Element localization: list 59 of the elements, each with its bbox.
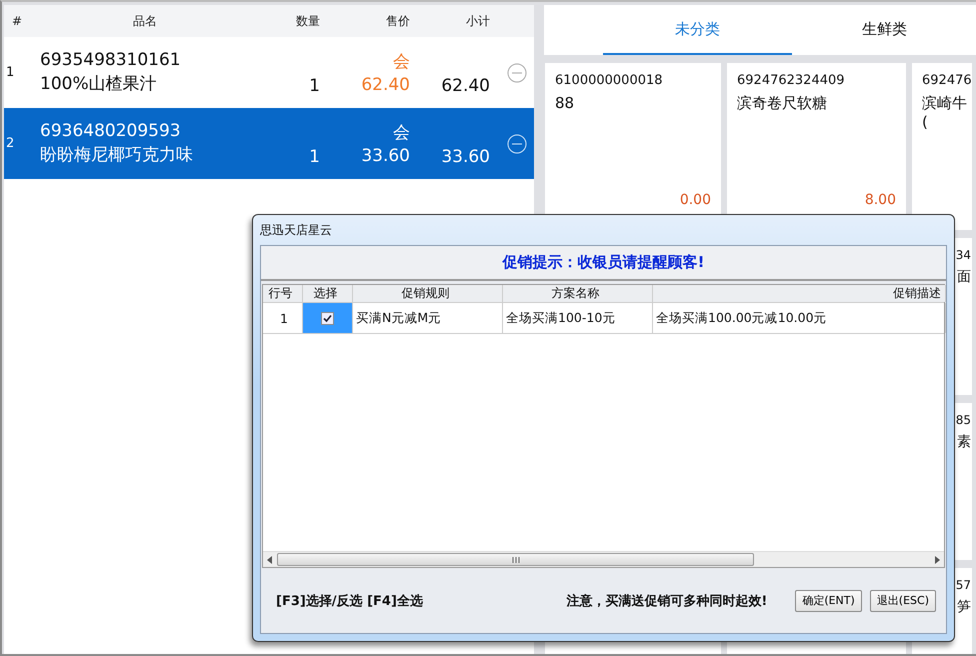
- price: 62.40: [361, 75, 410, 95]
- column-header: 小计: [465, 12, 491, 30]
- column-header: 促销描述: [653, 285, 946, 302]
- shortcut-hint: [F3]选择/反选 [F4]全选: [276, 592, 423, 610]
- product-name: 100%山楂果汁: [40, 73, 158, 95]
- window-title: 思迅天店星云: [260, 222, 333, 239]
- product-name: 笋: [957, 598, 971, 616]
- column-header: 数量: [295, 12, 320, 30]
- product-name: 面: [957, 268, 971, 286]
- product-card[interactable]: 692476 滨崎牛 (: [912, 63, 972, 230]
- product-name: 滨奇卷尺软糖: [737, 94, 827, 113]
- barcode: 6936480209593: [40, 121, 182, 141]
- product-name: 盼盼梅尼椰巧克力味: [40, 144, 194, 166]
- quantity: 1: [308, 147, 320, 169]
- product-code: 692476: [922, 73, 972, 88]
- row-number: 1: [5, 65, 16, 80]
- notice-text: 注意，买满送促销可多种同时起效!: [566, 592, 768, 610]
- select-cell[interactable]: [303, 303, 353, 333]
- category-tab[interactable]: 未分类: [603, 5, 792, 55]
- category-tab[interactable]: 生鲜类: [792, 5, 976, 55]
- column-header: 选择: [303, 285, 353, 302]
- quantity: 1: [308, 76, 320, 98]
- column-header: #: [11, 14, 24, 28]
- product-name: 88: [555, 94, 574, 112]
- remove-icon[interactable]: [507, 62, 527, 82]
- column-header: 行号: [263, 285, 303, 302]
- column-header: 促销规则: [353, 285, 503, 302]
- product-code: 6924762324409: [737, 73, 845, 88]
- scrollbar-thumb[interactable]: [277, 553, 754, 566]
- member-tag: 会: [393, 121, 410, 144]
- confirm-button[interactable]: 确定(ENT): [795, 590, 862, 612]
- barcode: 6935498310161: [40, 50, 182, 70]
- checkbox[interactable]: [321, 312, 334, 324]
- product-code: 85: [956, 413, 971, 427]
- product-code: 57: [956, 578, 971, 592]
- column-header: 方案名称: [503, 285, 653, 302]
- product-name: (: [922, 113, 928, 131]
- row-number: 2: [5, 136, 16, 151]
- product-code: 34: [956, 248, 971, 262]
- column-header: 售价: [385, 12, 410, 30]
- product-name: 滨崎牛: [922, 94, 967, 113]
- exit-button[interactable]: 退出(ESC): [870, 590, 936, 612]
- subtotal: 33.60: [440, 147, 491, 169]
- scroll-left-icon: [267, 556, 273, 564]
- member-tag: 会: [393, 50, 410, 73]
- product-name: 素: [957, 433, 971, 451]
- price: 33.60: [361, 146, 410, 166]
- horizontal-scrollbar[interactable]: [263, 551, 944, 567]
- product-price: 8.00: [864, 192, 896, 208]
- column-header: 品名: [132, 12, 158, 30]
- scroll-right-icon: [934, 556, 940, 564]
- table-cell: 买满N元减M元: [353, 303, 503, 333]
- table-cell: 全场买满100-10元: [503, 303, 653, 333]
- product-code: 6100000000018: [555, 73, 663, 88]
- cart-row[interactable]: 2 6936480209593 盼盼梅尼椰巧克力味 1 会 33.60 33.60: [4, 108, 534, 179]
- product-price: 0.00: [680, 192, 711, 208]
- subtotal: 62.40: [440, 76, 491, 98]
- dialog-heading: 促销提示：收银员请提醒顾客!: [261, 246, 946, 281]
- table-cell: 全场买满100.00元减10.00元: [653, 303, 946, 333]
